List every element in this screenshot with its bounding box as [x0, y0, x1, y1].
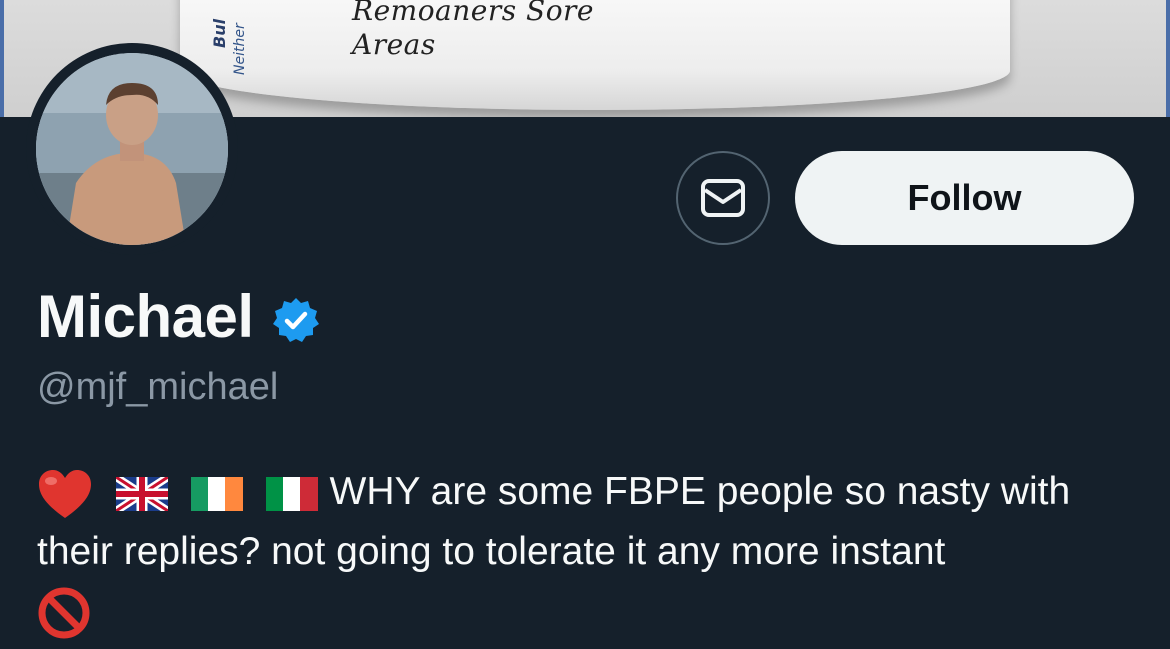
- profile-name-row: Michael: [37, 282, 320, 351]
- envelope-icon: [701, 179, 745, 217]
- banner-frame-left: [0, 0, 4, 117]
- ireland-flag-icon: [190, 476, 243, 511]
- avatar[interactable]: [36, 53, 228, 245]
- follow-button[interactable]: Follow: [795, 151, 1134, 245]
- profile-bio: WHY are some FBPE people so nasty with t…: [37, 462, 1147, 640]
- message-button[interactable]: [676, 151, 770, 245]
- banner-frame-right: [1166, 0, 1170, 117]
- profile-handle: @mjf_michael: [37, 366, 279, 408]
- tub-side-text: Neither: [232, 23, 248, 75]
- tub-side-text: Bul: [210, 18, 229, 48]
- profile-name: Michael: [37, 283, 254, 350]
- red-heart-icon: [39, 469, 91, 518]
- verified-badge-icon[interactable]: [272, 296, 320, 344]
- banner-tub-image: [180, 0, 1010, 110]
- uk-flag-icon: [115, 476, 168, 511]
- no-entry-icon: [38, 587, 90, 639]
- tub-label-line2: Areas: [352, 28, 436, 61]
- avatar-photo: [36, 53, 228, 245]
- italy-flag-icon: [265, 476, 318, 511]
- tub-label-line1: Remoaners Sore: [352, 0, 595, 27]
